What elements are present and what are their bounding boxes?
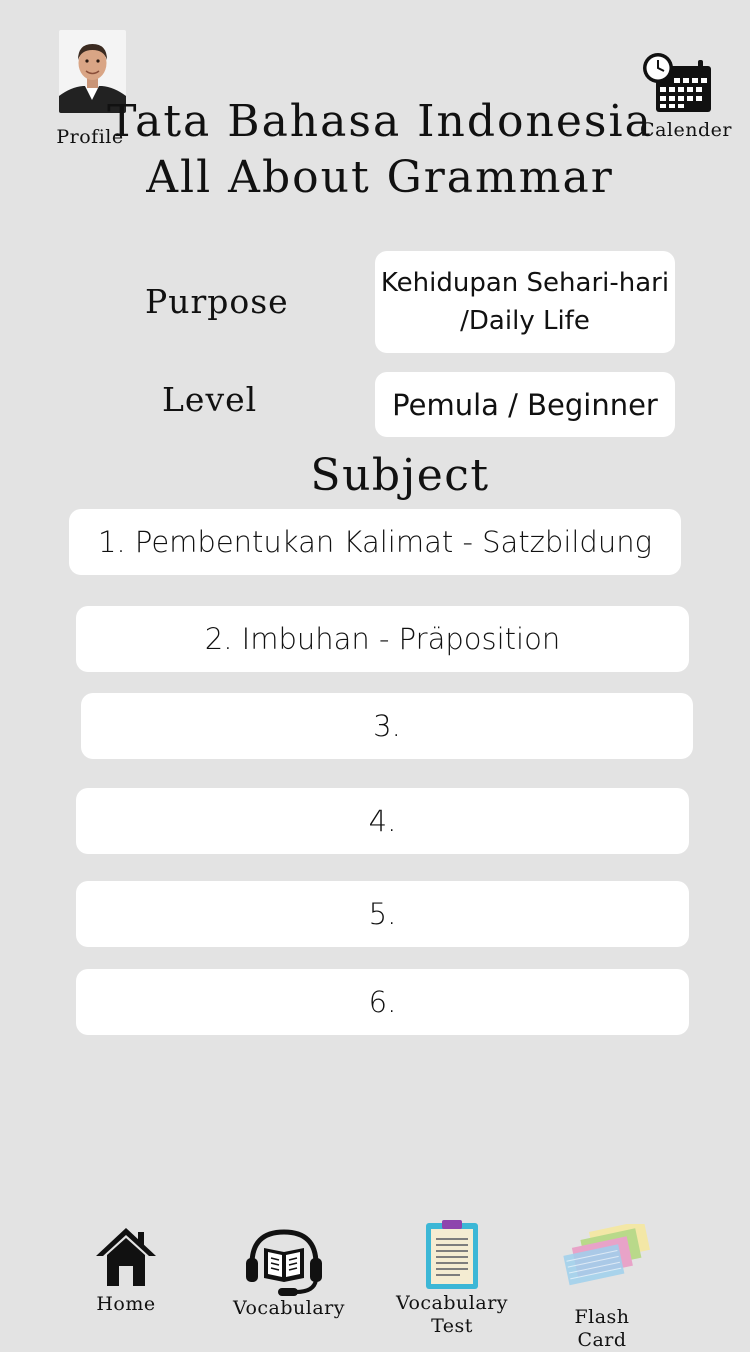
subject-item-label: 6. bbox=[368, 985, 397, 1019]
subject-item-label: 4. bbox=[368, 804, 397, 838]
level-value: Pemula / Beginner bbox=[392, 387, 658, 422]
purpose-selector[interactable]: Kehidupan Sehari-hari /Daily Life bbox=[375, 251, 675, 353]
home-icon bbox=[96, 1228, 156, 1286]
subject-item-1[interactable]: 1. Pembentukan Kalimat - Satzbildung bbox=[69, 509, 681, 575]
subject-heading: Subject bbox=[310, 450, 490, 501]
flash-cards-icon bbox=[563, 1224, 650, 1286]
nav-vocabulary-test[interactable]: Vocabulary Test bbox=[396, 1219, 508, 1337]
nav-home-label: Home bbox=[96, 1293, 156, 1315]
book-headset-icon bbox=[246, 1229, 322, 1296]
subject-item-label: 1. Pembentukan Kalimat - Satzbildung bbox=[97, 525, 653, 559]
subject-item-5[interactable]: 5. bbox=[76, 881, 689, 947]
nav-home[interactable]: Home bbox=[86, 1222, 166, 1322]
page-title: Tata Bahasa Indonesia bbox=[107, 96, 653, 147]
page-subtitle: All About Grammar bbox=[146, 152, 614, 203]
purpose-value-line1: Kehidupan Sehari-hari bbox=[380, 268, 670, 298]
nav-flash-card[interactable]: Flash Card bbox=[548, 1222, 656, 1351]
nav-vocabulary-test-label-2: Test bbox=[431, 1315, 473, 1337]
purpose-label: Purpose bbox=[145, 282, 289, 321]
purpose-value-line2: /Daily Life bbox=[460, 306, 590, 336]
subject-item-3[interactable]: 3. bbox=[81, 693, 693, 759]
clipboard-icon bbox=[426, 1220, 478, 1289]
nav-flash-card-label: Flash Card bbox=[574, 1306, 630, 1351]
subject-item-label: 2. Imbuhan - Präposition bbox=[204, 622, 561, 656]
subject-item-2[interactable]: 2. Imbuhan - Präposition bbox=[76, 606, 689, 672]
level-label: Level bbox=[162, 380, 258, 419]
level-selector[interactable]: Pemula / Beginner bbox=[375, 372, 675, 437]
subject-item-4[interactable]: 4. bbox=[76, 788, 689, 854]
nav-vocabulary[interactable]: Vocabulary bbox=[232, 1226, 346, 1326]
subject-item-6[interactable]: 6. bbox=[76, 969, 689, 1035]
subject-item-label: 3. bbox=[373, 709, 401, 743]
nav-vocabulary-label: Vocabulary bbox=[232, 1297, 345, 1319]
subject-item-label: 5. bbox=[368, 897, 397, 931]
nav-vocabulary-test-label-1: Vocabulary bbox=[396, 1292, 509, 1314]
